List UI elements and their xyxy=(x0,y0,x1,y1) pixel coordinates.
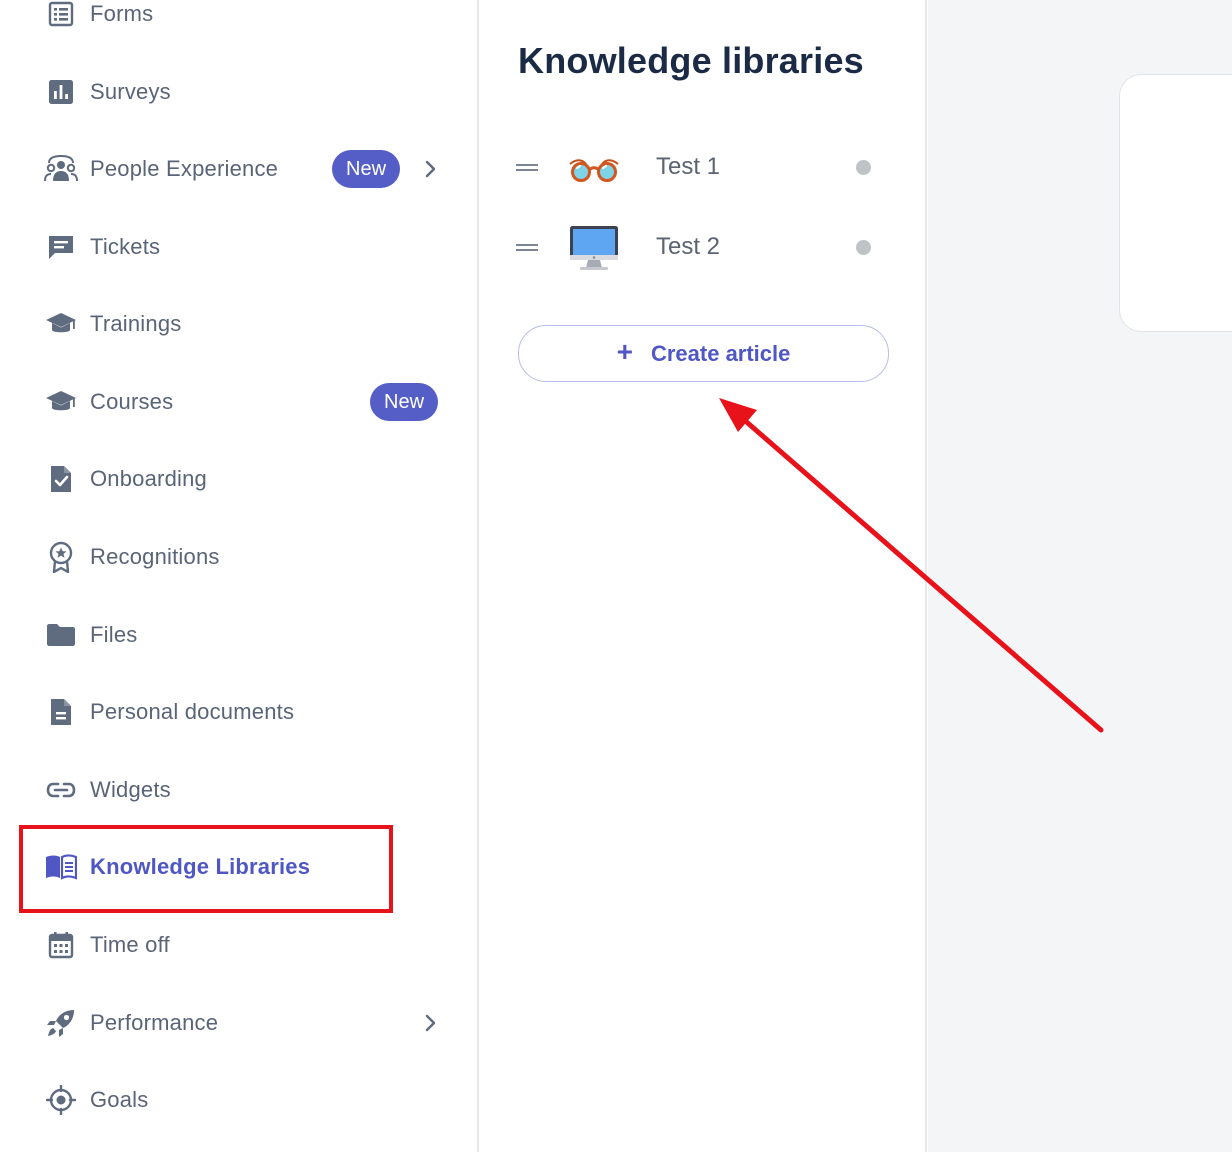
chevron-right-icon xyxy=(420,1013,440,1033)
people-group-icon xyxy=(44,152,78,186)
sidebar-item-label: Tickets xyxy=(90,234,161,259)
content-card xyxy=(1119,74,1232,332)
document-icon xyxy=(44,695,78,729)
link-icon xyxy=(44,773,78,807)
app-window: Forms Surveys People Experience New Tick… xyxy=(0,0,1232,1152)
folder-icon xyxy=(44,618,78,652)
sidebar-item-label: Knowledge Libraries xyxy=(90,854,311,879)
sidebar-item-label: Personal documents xyxy=(90,699,295,724)
plus-icon: + xyxy=(616,336,633,367)
bar-chart-icon xyxy=(44,75,78,109)
rocket-icon xyxy=(44,1006,78,1040)
knowledge-libraries-panel: Knowledge libraries Test 1 Test 2 + Crea… xyxy=(480,0,927,1152)
sidebar-item-label: Files xyxy=(90,622,138,647)
sidebar-item-tickets[interactable]: Tickets xyxy=(0,217,460,277)
new-badge: New xyxy=(332,150,401,188)
desktop-computer-icon xyxy=(566,222,622,272)
article-title: Test 1 xyxy=(656,153,721,180)
article-row[interactable]: Test 1 xyxy=(510,137,890,197)
sidebar-item-surveys[interactable]: Surveys xyxy=(0,62,460,122)
sidebar-item-label: Recognitions xyxy=(90,544,220,569)
sidebar-item-label: Widgets xyxy=(90,777,171,802)
sidebar-item-label: Onboarding xyxy=(90,466,207,491)
create-article-label: Create article xyxy=(650,340,791,366)
sidebar-item-files[interactable]: Files xyxy=(0,605,460,665)
drag-handle-icon[interactable] xyxy=(516,162,538,172)
sidebar-item-knowledge-libraries[interactable]: Knowledge Libraries xyxy=(0,837,460,897)
page-title: Knowledge libraries xyxy=(518,40,864,81)
ticket-message-icon xyxy=(44,230,78,264)
article-title: Test 2 xyxy=(656,233,721,260)
award-ribbon-icon xyxy=(44,540,78,574)
sidebar-item-forms[interactable]: Forms xyxy=(0,0,460,44)
drag-handle-icon[interactable] xyxy=(516,242,538,252)
sidebar-item-label: People Experience xyxy=(90,156,279,181)
target-crosshair-icon xyxy=(44,1083,78,1117)
sidebar-item-performance[interactable]: Performance xyxy=(0,993,460,1053)
graduation-cap-icon xyxy=(44,307,78,341)
sidebar-item-people-experience[interactable]: People Experience New xyxy=(0,139,460,199)
sidebar-item-label: Goals xyxy=(90,1087,149,1112)
status-dot xyxy=(856,160,871,175)
create-article-button[interactable]: + Create article xyxy=(518,325,889,382)
sidebar-item-time-off[interactable]: Time off xyxy=(0,915,460,975)
sidebar-item-goals[interactable]: Goals xyxy=(0,1070,460,1130)
calendar-icon xyxy=(44,928,78,962)
sidebar-item-label: Performance xyxy=(90,1010,219,1035)
sidebar-item-recognitions[interactable]: Recognitions xyxy=(0,527,460,587)
sidebar-item-personal-documents[interactable]: Personal documents xyxy=(0,682,460,742)
sidebar-item-onboarding[interactable]: Onboarding xyxy=(0,449,460,509)
open-book-icon xyxy=(44,850,78,884)
article-row[interactable]: Test 2 xyxy=(510,217,890,277)
new-badge: New xyxy=(370,383,439,421)
content-area xyxy=(928,0,1232,1152)
sidebar-item-widgets[interactable]: Widgets xyxy=(0,760,460,820)
sidebar-item-trainings[interactable]: Trainings xyxy=(0,294,460,354)
sidebar: Forms Surveys People Experience New Tick… xyxy=(0,0,479,1152)
sidebar-item-label: Surveys xyxy=(90,79,171,104)
sidebar-item-courses[interactable]: Courses New xyxy=(0,372,460,432)
glasses-icon xyxy=(566,142,622,192)
sidebar-item-label: Courses xyxy=(90,389,174,414)
chevron-right-icon xyxy=(420,159,440,179)
form-list-icon xyxy=(44,0,78,31)
sidebar-item-label: Trainings xyxy=(90,311,182,336)
sidebar-item-label: Time off xyxy=(90,932,170,957)
document-check-icon xyxy=(44,462,78,496)
status-dot xyxy=(856,240,871,255)
graduation-cap-icon xyxy=(44,385,78,419)
sidebar-item-label: Forms xyxy=(90,1,154,26)
